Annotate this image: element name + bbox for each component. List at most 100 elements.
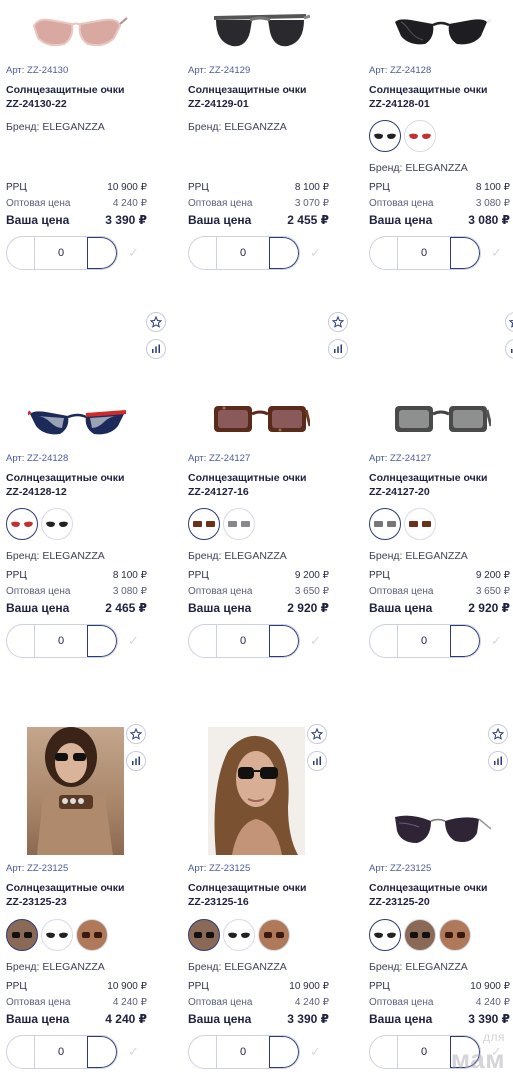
decrement-button[interactable] bbox=[189, 625, 217, 657]
color-swatch-black[interactable] bbox=[369, 919, 401, 951]
increment-button[interactable] bbox=[87, 237, 117, 269]
product-image[interactable] bbox=[188, 8, 338, 56]
color-swatch-black[interactable] bbox=[223, 919, 255, 951]
increment-button[interactable] bbox=[269, 237, 299, 269]
color-swatch-photo-dark[interactable] bbox=[404, 919, 436, 951]
quantity-input[interactable]: 0 bbox=[35, 237, 87, 269]
card-actions bbox=[146, 312, 168, 366]
check-icon[interactable]: ✓ bbox=[491, 633, 507, 649]
card-actions bbox=[307, 724, 329, 778]
compare-button[interactable] bbox=[146, 339, 166, 359]
quantity-input[interactable]: 0 bbox=[398, 1036, 450, 1068]
increment-button[interactable] bbox=[450, 237, 480, 269]
quantity-input[interactable]: 0 bbox=[35, 625, 87, 657]
color-swatch-black[interactable] bbox=[369, 120, 401, 152]
quantity-stepper: 0 ✓ bbox=[188, 624, 338, 658]
increment-button[interactable] bbox=[450, 625, 480, 657]
compare-chart-icon bbox=[511, 349, 513, 353]
color-swatch-tortoise[interactable] bbox=[404, 508, 436, 540]
favorite-button[interactable] bbox=[146, 312, 166, 332]
decrement-button[interactable] bbox=[370, 1036, 398, 1068]
rrc-label: РРЦ bbox=[188, 570, 209, 581]
increment-button[interactable] bbox=[87, 625, 117, 657]
article-number: Арт: ZZ-24128 bbox=[369, 65, 432, 76]
rrc-label: РРЦ bbox=[188, 182, 209, 193]
card-actions bbox=[126, 724, 148, 778]
favorite-button[interactable] bbox=[505, 312, 513, 332]
color-swatch-red[interactable] bbox=[6, 508, 38, 540]
brand-label: Бренд: ELEGANZZA bbox=[6, 121, 105, 133]
product-title[interactable]: Солнцезащитные очки ZZ-24128-01 bbox=[369, 83, 513, 111]
color-swatch-photo-dark[interactable] bbox=[6, 919, 38, 951]
color-swatch-tortoise[interactable] bbox=[188, 508, 220, 540]
color-swatch-photo-tortoise[interactable] bbox=[76, 919, 108, 951]
decrement-button[interactable] bbox=[370, 237, 398, 269]
compare-button[interactable] bbox=[328, 339, 348, 359]
compare-button[interactable] bbox=[505, 339, 513, 359]
color-swatch-grey[interactable] bbox=[223, 508, 255, 540]
product-image[interactable] bbox=[369, 400, 513, 444]
product-image[interactable] bbox=[369, 8, 513, 56]
color-swatch-black[interactable] bbox=[41, 508, 73, 540]
quantity-input[interactable]: 0 bbox=[217, 625, 269, 657]
quantity-input[interactable]: 0 bbox=[217, 1036, 269, 1068]
your-price-value: 3 390 ₽ bbox=[287, 1012, 329, 1026]
product-title[interactable]: Солнцезащитные очки ZZ-24129-01 bbox=[188, 83, 348, 111]
increment-button[interactable] bbox=[269, 625, 299, 657]
sunglasses-thumb bbox=[82, 932, 102, 938]
product-photo[interactable] bbox=[208, 727, 305, 855]
decrement-button[interactable] bbox=[7, 625, 35, 657]
product-image[interactable] bbox=[369, 809, 513, 849]
favorite-button[interactable] bbox=[126, 724, 146, 744]
product-image[interactable] bbox=[6, 8, 156, 56]
check-icon[interactable]: ✓ bbox=[310, 245, 326, 261]
color-swatch-photo-tortoise[interactable] bbox=[439, 919, 471, 951]
decrement-button[interactable] bbox=[7, 237, 35, 269]
check-icon[interactable]: ✓ bbox=[128, 1044, 144, 1060]
product-title[interactable]: Солнцезащитные очки ZZ-23125-20 bbox=[369, 881, 513, 909]
sunglasses-thumb bbox=[46, 932, 68, 938]
color-swatch-photo-dark[interactable] bbox=[188, 919, 220, 951]
product-image[interactable] bbox=[6, 400, 156, 444]
decrement-button[interactable] bbox=[189, 237, 217, 269]
favorite-button[interactable] bbox=[307, 724, 327, 744]
quantity-input[interactable]: 0 bbox=[398, 237, 450, 269]
color-swatch-black[interactable] bbox=[41, 919, 73, 951]
color-swatch-photo-tortoise[interactable] bbox=[258, 919, 290, 951]
sunglasses-thumb bbox=[409, 521, 431, 527]
your-price-label: Ваша цена bbox=[188, 1012, 252, 1026]
favorite-button[interactable] bbox=[488, 724, 508, 744]
quantity-input[interactable]: 0 bbox=[398, 625, 450, 657]
compare-button[interactable] bbox=[488, 751, 508, 771]
quantity-input[interactable]: 0 bbox=[217, 237, 269, 269]
check-icon[interactable]: ✓ bbox=[128, 245, 144, 261]
product-title[interactable]: Солнцезащитные очки ZZ-24127-16 bbox=[188, 471, 348, 499]
your-price-value: 2 465 ₽ bbox=[105, 601, 147, 615]
check-icon[interactable]: ✓ bbox=[128, 633, 144, 649]
product-image[interactable] bbox=[188, 400, 338, 444]
favorite-button[interactable] bbox=[328, 312, 348, 332]
increment-button[interactable] bbox=[87, 1036, 117, 1068]
product-title[interactable]: Солнцезащитные очки ZZ-23125-16 bbox=[188, 881, 348, 909]
product-title[interactable]: Солнцезащитные очки ZZ-24128-12 bbox=[6, 471, 166, 499]
compare-chart-icon bbox=[334, 344, 342, 353]
product-photo[interactable] bbox=[27, 727, 124, 855]
decrement-button[interactable] bbox=[7, 1036, 35, 1068]
color-swatch-grey[interactable] bbox=[369, 508, 401, 540]
wholesale-label: Оптовая цена bbox=[188, 997, 253, 1008]
compare-button[interactable] bbox=[307, 751, 327, 771]
price-block: РРЦ 8 100 ₽ Оптовая цена 3 080 ₽ Ваша цена… bbox=[369, 180, 510, 229]
quantity-input[interactable]: 0 bbox=[35, 1036, 87, 1068]
decrement-button[interactable] bbox=[189, 1036, 217, 1068]
product-title[interactable]: Солнцезащитные очки ZZ-23125-23 bbox=[6, 881, 166, 909]
product-title[interactable]: Солнцезащитные очки ZZ-24130-22 bbox=[6, 83, 166, 111]
color-swatch-red[interactable] bbox=[404, 120, 436, 152]
check-icon[interactable]: ✓ bbox=[491, 245, 507, 261]
increment-button[interactable] bbox=[269, 1036, 299, 1068]
decrement-button[interactable] bbox=[370, 625, 398, 657]
product-title[interactable]: Солнцезащитные очки ZZ-24127-20 bbox=[369, 471, 513, 499]
check-icon[interactable]: ✓ bbox=[310, 633, 326, 649]
wholesale-value: 3 080 ₽ bbox=[475, 198, 510, 209]
compare-button[interactable] bbox=[126, 751, 146, 771]
check-icon[interactable]: ✓ bbox=[310, 1044, 326, 1060]
